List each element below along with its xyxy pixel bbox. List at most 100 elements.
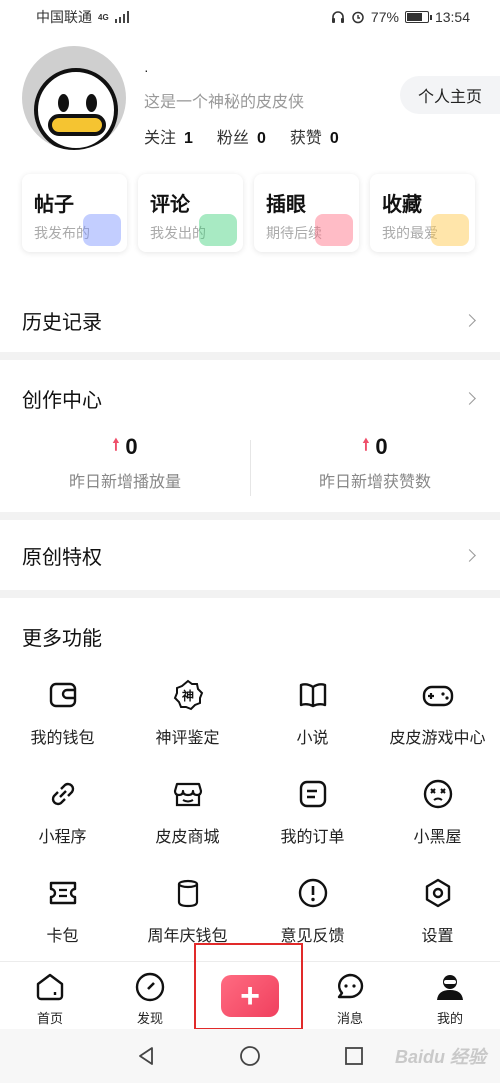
creator-stat-value-row: 🠕 0 <box>250 432 500 462</box>
chevron-right-icon <box>463 313 476 327</box>
publish-highlight-box <box>194 943 303 1030</box>
stat-label: 获赞 <box>289 130 322 147</box>
feature-label: 小说 <box>296 730 329 747</box>
quick-card-title: 帖子 <box>34 194 74 216</box>
creator-stat-label: 昨日新增获赞数 <box>318 474 431 491</box>
avatar[interactable] <box>22 46 126 150</box>
personal-homepage-button[interactable]: 个人主页 <box>400 76 500 114</box>
quick-card-favorites[interactable]: 收藏 我的最爱 <box>370 174 475 252</box>
quick-card-bookmark[interactable]: 插眼 期待后续 <box>254 174 359 252</box>
feature-game-center[interactable]: 皮皮游戏中心 <box>375 670 500 769</box>
stat-label: 粉丝 <box>216 130 249 147</box>
creator-stat-plays[interactable]: 🠕 0 昨日新增播放量 <box>0 432 250 502</box>
stat-likes[interactable]: 获赞 0 <box>290 124 339 148</box>
avatar-face <box>34 68 118 150</box>
signal-icon <box>114 11 129 23</box>
message-icon <box>333 970 367 1004</box>
store-icon <box>171 777 205 811</box>
avatar-eye-left <box>58 94 69 112</box>
stat-following[interactable]: 关注 1 <box>144 124 193 148</box>
feature-label: 小程序 <box>38 829 87 846</box>
chevron-right-icon <box>463 391 476 405</box>
stat-separator <box>250 440 251 496</box>
tab-discover[interactable]: 发现 <box>100 962 200 1029</box>
quick-card-title: 收藏 <box>382 194 422 216</box>
tab-label: 首页 <box>36 1011 63 1026</box>
feedback-icon <box>296 876 330 910</box>
quick-cards: 帖子 我发布的 评论 我发出的 插眼 期待后续 收藏 我的最爱 <box>22 174 475 252</box>
dead-face-icon <box>421 777 455 811</box>
ticket-icon <box>46 876 80 910</box>
history-label: 历史记录 <box>22 311 102 334</box>
order-icon <box>296 777 330 811</box>
creator-stat-value: 0 <box>125 434 138 459</box>
star-deco-icon <box>431 214 469 246</box>
stat-value: 0 <box>256 130 266 147</box>
tab-home[interactable]: 首页 <box>0 962 100 1029</box>
tab-label: 发现 <box>136 1011 163 1026</box>
feature-comment-appraisal[interactable]: 神 神评鉴定 <box>125 670 250 769</box>
watermark: Baidu 经验 <box>394 1047 486 1067</box>
features-grid: 我的钱包 神 神评鉴定 小说 皮皮游戏中心 小程序 皮皮商城 我的订单 小黑屋 … <box>0 670 500 967</box>
nickname: · <box>144 62 149 78</box>
gamepad-icon <box>421 678 455 712</box>
creator-stat-label: 昨日新增播放量 <box>68 474 181 491</box>
creator-stat-likes[interactable]: 🠕 0 昨日新增获赞数 <box>250 432 500 502</box>
chevron-right-icon <box>463 548 476 562</box>
jar-icon <box>171 876 205 910</box>
link-icon <box>46 777 80 811</box>
comment-badge-icon: 神 <box>171 678 205 712</box>
status-right: 77% 13:54 <box>331 9 470 25</box>
feature-label: 卡包 <box>46 928 79 945</box>
headset-icon <box>331 11 344 23</box>
original-privilege-row[interactable]: 原创特权 <box>0 535 500 575</box>
creator-center-row[interactable]: 创作中心 <box>0 378 500 418</box>
divider <box>0 352 500 360</box>
up-arrow-icon: 🠕 <box>362 436 370 454</box>
status-bar: 中国联通 4G 77% 13:54 <box>0 0 500 34</box>
more-features-title: 更多功能 <box>22 628 102 650</box>
quick-card-comments[interactable]: 评论 我发出的 <box>138 174 243 252</box>
quick-card-title: 插眼 <box>266 194 306 216</box>
creator-stat-value: 0 <box>375 434 388 459</box>
profile-bio: 这是一个神秘的皮皮侠 <box>144 94 305 111</box>
settings-icon <box>421 876 455 910</box>
stat-fans[interactable]: 粉丝 0 <box>217 124 266 148</box>
network-label: 4G <box>98 12 109 22</box>
profile-icon <box>433 970 467 1004</box>
feature-mini-program[interactable]: 小程序 <box>0 769 125 868</box>
avatar-eye-right <box>86 94 97 112</box>
feature-label: 皮皮游戏中心 <box>389 730 486 747</box>
creator-center-label: 创作中心 <box>22 389 102 412</box>
recents-icon[interactable] <box>343 1045 365 1067</box>
home-circle-icon[interactable] <box>239 1045 261 1067</box>
feature-novel[interactable]: 小说 <box>250 670 375 769</box>
avatar-beak <box>48 114 106 136</box>
tab-mine[interactable]: 我的 <box>400 962 500 1029</box>
stat-value: 1 <box>184 130 193 147</box>
feature-label: 小黑屋 <box>413 829 462 846</box>
divider <box>0 590 500 598</box>
back-icon[interactable] <box>135 1045 157 1067</box>
home-icon <box>33 970 67 1004</box>
feature-wallet[interactable]: 我的钱包 <box>0 670 125 769</box>
feature-settings[interactable]: 设置 <box>375 868 500 967</box>
posts-deco-icon <box>83 214 121 246</box>
history-row[interactable]: 历史记录 <box>0 300 500 340</box>
feature-blacklist[interactable]: 小黑屋 <box>375 769 500 868</box>
feature-card-bag[interactable]: 卡包 <box>0 868 125 967</box>
battery-icon <box>404 11 432 23</box>
feature-orders[interactable]: 我的订单 <box>250 769 375 868</box>
battery-fill <box>406 13 422 21</box>
profile-stats: 关注 1 粉丝 0 获赞 0 <box>144 124 339 148</box>
feature-store[interactable]: 皮皮商城 <box>125 769 250 868</box>
alarm-icon <box>352 11 364 24</box>
feature-label: 我的订单 <box>280 829 345 846</box>
feature-label: 设置 <box>421 928 454 945</box>
eye-deco-icon <box>315 214 353 246</box>
tab-label: 消息 <box>336 1011 363 1026</box>
tab-label: 我的 <box>436 1011 463 1026</box>
tab-messages[interactable]: 消息 <box>300 962 400 1029</box>
quick-card-posts[interactable]: 帖子 我发布的 <box>22 174 127 252</box>
quick-card-title: 评论 <box>150 194 190 216</box>
